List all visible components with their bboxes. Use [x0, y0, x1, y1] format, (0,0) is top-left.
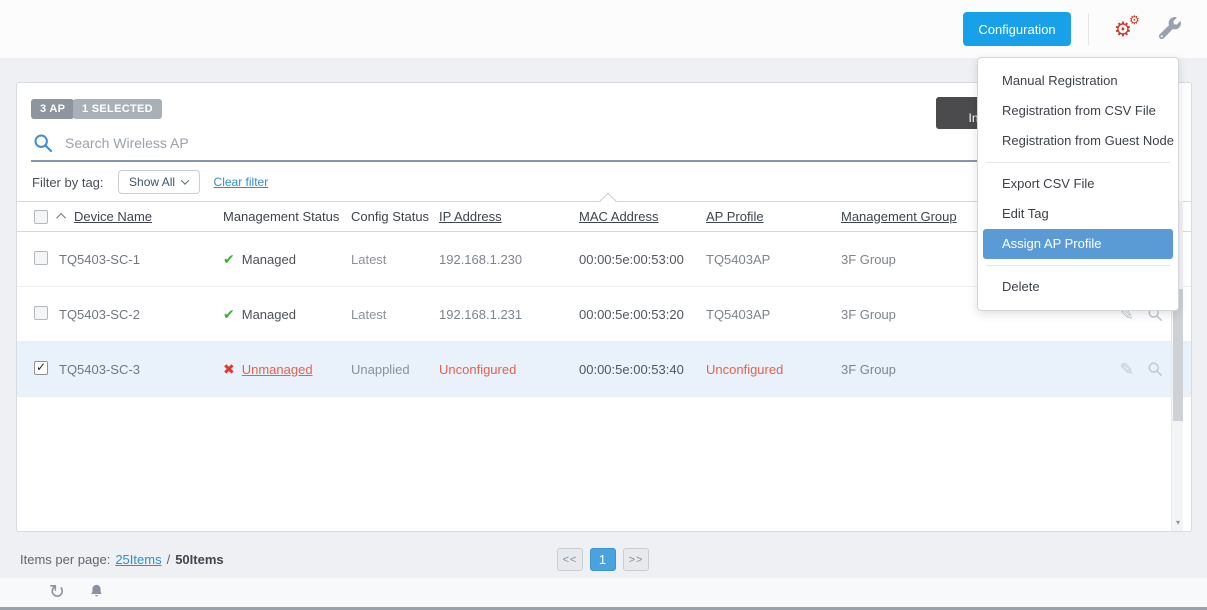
filter-bar: Filter by tag: Show All Clear filter	[32, 169, 268, 195]
mac-address: 00:00:5e:00:53:20	[579, 307, 706, 322]
column-ap-profile[interactable]: AP Profile	[706, 209, 841, 224]
management-group: 3F Group	[841, 362, 1011, 377]
tag-filter-value: Show All	[129, 175, 175, 189]
topbar-divider	[1088, 13, 1089, 45]
mac-address: 00:00:5e:00:53:40	[579, 362, 706, 377]
tag-filter-select[interactable]: Show All	[118, 170, 200, 194]
settings-gears-icon[interactable]	[1114, 14, 1146, 44]
header-notch	[600, 193, 617, 210]
selected-count-badge: 1 SELECTED	[73, 99, 162, 119]
items-separator: /	[167, 552, 171, 567]
table-row-selected[interactable]: TQ5403-SC-3 Unmanaged Unapplied Unconfig…	[17, 342, 1191, 397]
items-50-option[interactable]: 50Items	[175, 552, 223, 567]
filter-by-tag-label: Filter by tag:	[32, 175, 104, 190]
management-status[interactable]: Unmanaged	[242, 362, 313, 377]
search-input[interactable]	[65, 135, 905, 151]
items-25-link[interactable]: 25Items	[115, 552, 161, 567]
clear-filter-link[interactable]: Clear filter	[214, 175, 269, 189]
menu-item-registration-csv[interactable]: Registration from CSV File	[978, 96, 1178, 126]
menu-item-manual-registration[interactable]: Manual Registration	[978, 66, 1178, 96]
menu-divider	[986, 265, 1170, 266]
chevron-down-icon	[181, 176, 189, 184]
bottom-bar	[0, 578, 1207, 607]
items-per-page-label: Items per page:	[20, 552, 110, 567]
ap-profile: Unconfigured	[706, 362, 841, 377]
device-name: TQ5403-SC-2	[59, 307, 223, 322]
row-checkbox[interactable]	[34, 306, 48, 320]
device-name: TQ5403-SC-1	[59, 252, 223, 267]
configuration-button[interactable]: Configuration	[963, 12, 1071, 46]
row-checkbox[interactable]	[34, 251, 48, 265]
next-page-button[interactable]: >>	[623, 548, 649, 571]
menu-item-export-csv[interactable]: Export CSV File	[978, 169, 1178, 199]
top-bar: Configuration	[0, 0, 1207, 58]
menu-item-assign-ap-profile[interactable]: Assign AP Profile	[983, 229, 1173, 259]
ip-address: 192.168.1.230	[439, 252, 579, 267]
search-row	[31, 129, 971, 157]
ip-address: 192.168.1.231	[439, 307, 579, 322]
edit-pencil-icon[interactable]	[1120, 361, 1134, 378]
column-ip-address[interactable]: IP Address	[439, 209, 579, 224]
details-magnifier-icon[interactable]	[1147, 361, 1163, 377]
column-config-status: Config Status	[351, 209, 439, 224]
config-status: Unapplied	[351, 362, 439, 377]
menu-item-edit-tag[interactable]: Edit Tag	[978, 199, 1178, 229]
device-name: TQ5403-SC-3	[59, 362, 223, 377]
column-mac-address[interactable]: MAC Address	[579, 209, 706, 224]
managed-check-icon	[223, 251, 235, 268]
ip-address: Unconfigured	[439, 362, 579, 377]
menu-divider	[986, 162, 1170, 163]
prev-page-button[interactable]: <<	[557, 548, 583, 571]
gear-small-icon	[1129, 14, 1140, 26]
config-status: Latest	[351, 252, 439, 267]
scrollbar-down-arrow[interactable]	[1173, 518, 1183, 527]
refresh-icon[interactable]	[49, 581, 65, 604]
row-checkbox-checked[interactable]	[34, 361, 48, 375]
config-status: Latest	[351, 307, 439, 322]
page-1-button[interactable]: 1	[590, 548, 616, 571]
actions-dropdown-menu: Manual Registration Registration from CS…	[977, 57, 1179, 311]
menu-item-registration-guest-node[interactable]: Registration from Guest Node	[978, 126, 1178, 156]
items-per-page: Items per page: 25Items / 50Items	[20, 552, 224, 567]
managed-check-icon	[223, 306, 235, 323]
management-status: Managed	[242, 307, 296, 322]
pagination: << 1 >>	[557, 548, 649, 571]
unmanaged-x-icon	[223, 361, 235, 378]
ap-count-badge: 3 AP	[31, 99, 74, 119]
notification-bell-icon[interactable]	[88, 583, 105, 605]
management-status: Managed	[242, 252, 296, 267]
column-device-name[interactable]: Device Name	[59, 209, 223, 224]
mac-address: 00:00:5e:00:53:00	[579, 252, 706, 267]
column-management-status: Management Status	[223, 209, 351, 224]
wrench-icon[interactable]	[1159, 17, 1183, 41]
menu-item-delete[interactable]: Delete	[978, 272, 1178, 302]
select-all-checkbox[interactable]	[34, 210, 48, 224]
ap-profile: TQ5403AP	[706, 252, 841, 267]
ap-profile: TQ5403AP	[706, 307, 841, 322]
search-icon	[33, 133, 53, 153]
